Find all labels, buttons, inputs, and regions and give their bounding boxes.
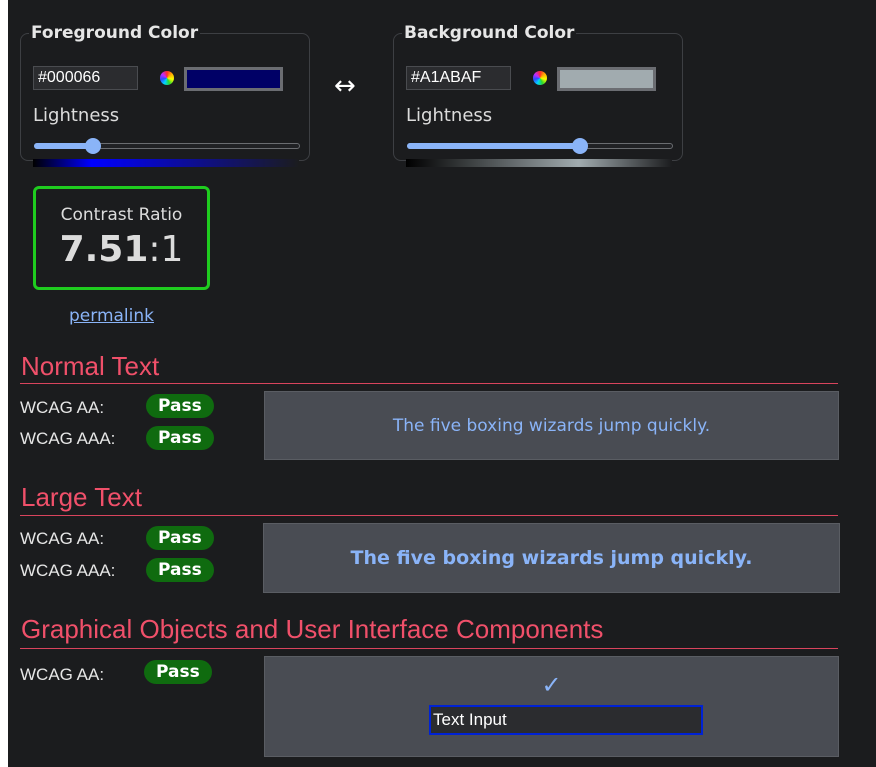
large-aaa-label: WCAG AAA: [20, 561, 116, 580]
normal-text-heading: Normal Text [21, 351, 160, 381]
foreground-color-swatch[interactable] [184, 67, 283, 91]
slider-fill [34, 143, 93, 149]
slider-thumb[interactable] [571, 138, 588, 154]
permalink-link[interactable]: permalink [69, 306, 154, 326]
background-color-swatch[interactable] [557, 67, 656, 91]
contrast-ratio-suffix: :1 [148, 229, 184, 270]
large-aaa-pass-badge: Pass [146, 558, 214, 582]
section-divider [20, 383, 838, 384]
contrast-checker-panel: Foreground Color #000066 Lightness ↔ Bac… [8, 0, 876, 767]
contrast-ratio-label: Contrast Ratio [60, 205, 183, 225]
contrast-ratio-box: Contrast Ratio 7.51:1 [33, 186, 210, 290]
contrast-ratio-number: 7.51 [59, 229, 149, 270]
color-wheel-icon[interactable] [160, 71, 174, 85]
graphics-aa-pass-badge: Pass [144, 660, 212, 684]
foreground-lightness-slider[interactable] [34, 138, 300, 154]
background-lightness-gradient [406, 159, 672, 167]
background-legend: Background Color [404, 23, 575, 43]
large-text-preview: The five boxing wizards jump quickly. [263, 523, 840, 593]
section-divider [20, 648, 838, 649]
normal-aa-label: WCAG AA: [20, 398, 105, 417]
background-hex-input[interactable]: #A1ABAF [406, 66, 511, 90]
graphics-heading: Graphical Objects and User Interface Com… [21, 614, 604, 644]
normal-sample-text: The five boxing wizards jump quickly. [392, 416, 711, 436]
color-wheel-icon[interactable] [533, 71, 547, 85]
foreground-color-group: Foreground Color #000066 Lightness [20, 23, 310, 167]
slider-fill [407, 143, 580, 149]
swap-colors-icon[interactable]: ↔ [334, 73, 356, 99]
large-sample-text: The five boxing wizards jump quickly. [350, 547, 753, 569]
normal-aaa-label: WCAG AAA: [20, 429, 116, 448]
section-divider [20, 515, 838, 516]
background-color-group: Background Color #A1ABAF Lightness [393, 23, 683, 167]
graphics-preview: ✓ Text Input [264, 656, 839, 757]
slider-thumb[interactable] [84, 138, 101, 154]
large-aa-pass-badge: Pass [146, 526, 214, 550]
foreground-hex-input[interactable]: #000066 [33, 66, 138, 90]
checkmark-icon: ✓ [541, 671, 562, 699]
normal-aaa-pass-badge: Pass [146, 426, 214, 450]
background-lightness-label: Lightness [406, 105, 493, 126]
normal-aa-pass-badge: Pass [146, 394, 214, 418]
foreground-legend: Foreground Color [31, 23, 199, 43]
contrast-ratio-value: 7.51:1 [36, 229, 207, 270]
foreground-lightness-gradient [33, 159, 299, 167]
sample-text-input[interactable]: Text Input [429, 705, 703, 735]
graphics-aa-label: WCAG AA: [20, 665, 105, 684]
normal-text-preview: The five boxing wizards jump quickly. [264, 391, 839, 460]
large-text-heading: Large Text [21, 482, 142, 512]
foreground-lightness-label: Lightness [33, 105, 120, 126]
large-aa-label: WCAG AA: [20, 529, 105, 548]
background-lightness-slider[interactable] [407, 138, 673, 154]
